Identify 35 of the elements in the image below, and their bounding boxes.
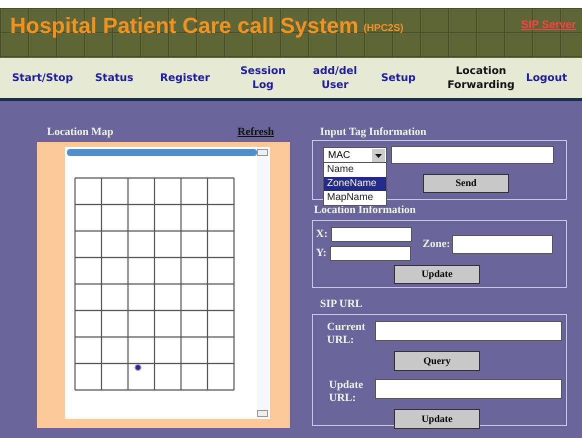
nav-link[interactable]: Location Forwarding	[441, 64, 521, 92]
y-label: Y:	[316, 247, 327, 260]
current-url-input[interactable]	[374, 321, 562, 341]
send-button[interactable]: Send	[423, 174, 509, 193]
nav-link[interactable]: Status	[95, 71, 134, 85]
nav-link[interactable]: Setup	[381, 71, 416, 85]
nav-link[interactable]: add/del User	[304, 64, 366, 92]
zone-input[interactable]	[452, 234, 554, 254]
update-button[interactable]: Update	[394, 265, 480, 284]
nav-link[interactable]: Start/Stop	[12, 71, 74, 85]
tag-input[interactable]	[391, 146, 554, 164]
app-title: Hospital Patient Care call System	[10, 13, 358, 39]
app-abbreviation: (HPC2S)	[363, 23, 404, 34]
dropdown-option[interactable]: ZoneName	[324, 177, 386, 191]
section-title: Location Map	[47, 126, 114, 140]
query-button[interactable]: Query	[394, 351, 480, 371]
nav-link[interactable]: Register	[160, 71, 210, 85]
section-title: Input Tag Information	[319, 126, 428, 140]
x-label: X:	[316, 228, 328, 241]
update-button[interactable]: Update	[394, 409, 480, 429]
section-title: SIP URL	[319, 298, 364, 312]
refresh-link[interactable]: Refresh	[238, 126, 274, 142]
nav-link[interactable]: Logout	[526, 71, 568, 85]
x-input[interactable]	[330, 227, 412, 242]
type-select[interactable]: MAC	[323, 147, 387, 163]
section-title: Location Information	[313, 204, 417, 218]
y-input[interactable]	[330, 246, 411, 261]
update-url-input[interactable]	[374, 379, 562, 399]
caret-icon	[372, 148, 385, 162]
scrollbar[interactable]	[257, 147, 270, 419]
location-marker	[134, 364, 142, 371]
nav-link[interactable]: Session Log	[232, 64, 294, 92]
update-url-label: Update URL:	[328, 379, 364, 405]
current-url-label: Current URL:	[327, 321, 366, 347]
zone-label: Zone:	[422, 238, 450, 250]
